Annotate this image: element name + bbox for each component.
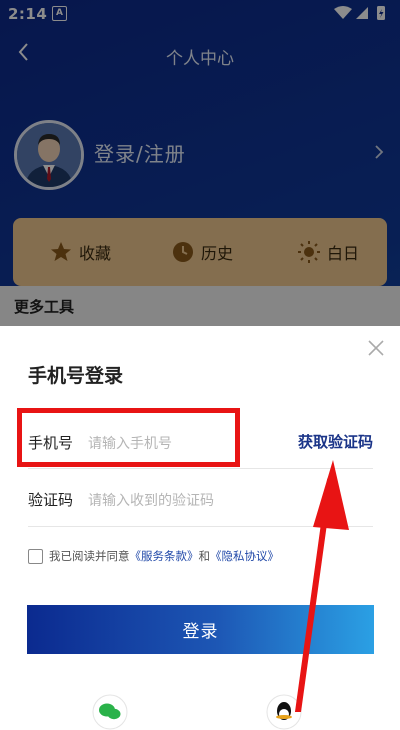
agree-prefix: 我已阅读并同意 — [49, 549, 130, 563]
qq-login-button[interactable] — [266, 694, 302, 730]
phone-divider — [28, 468, 373, 469]
sheet-title: 手机号登录 — [28, 365, 124, 387]
code-label: 验证码 — [28, 491, 74, 509]
code-input[interactable]: 请输入收到的验证码 — [88, 490, 214, 510]
agree-checkbox[interactable] — [28, 548, 43, 564]
agree-and: 和 — [198, 549, 211, 563]
login-button[interactable]: 登录 — [27, 605, 374, 654]
get-code-button[interactable]: 获取验证码 — [298, 431, 373, 452]
code-divider — [28, 526, 373, 527]
close-button[interactable] — [366, 338, 386, 358]
close-icon — [368, 340, 384, 356]
service-terms-link[interactable]: 《服务条款》 — [130, 548, 199, 564]
phone-field-highlight — [17, 408, 240, 467]
privacy-policy-link[interactable]: 《隐私协议》 — [210, 548, 279, 564]
wechat-login-button[interactable] — [92, 694, 128, 730]
modal-overlay[interactable] — [0, 0, 400, 326]
agreement-row: 我已阅读并同意 《服务条款》 和 《隐私协议》 — [28, 547, 279, 565]
